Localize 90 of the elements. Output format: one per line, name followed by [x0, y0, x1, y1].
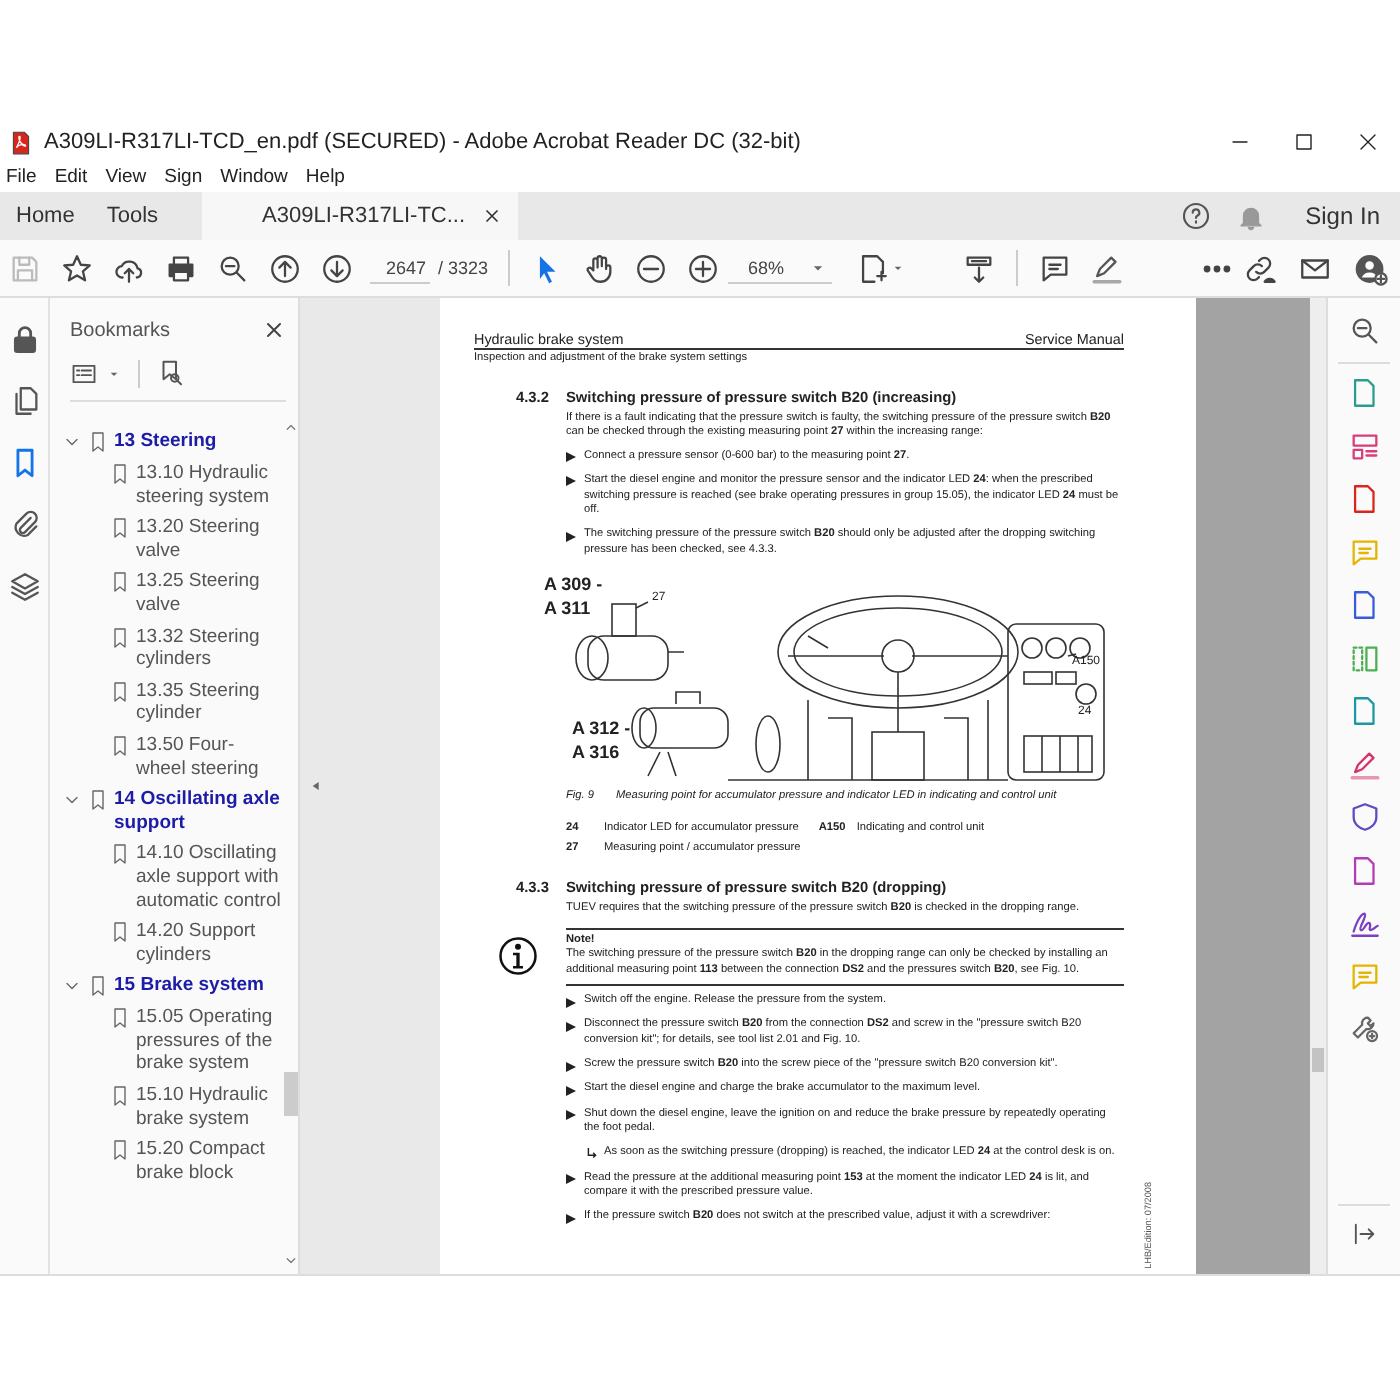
layers-icon[interactable] [7, 570, 41, 604]
menu-item[interactable]: Edit [54, 166, 88, 188]
sign-in-link[interactable]: Sign In [1305, 202, 1380, 230]
bullet-triangle-icon [566, 997, 576, 1008]
zoom-field[interactable]: 68% [728, 253, 833, 283]
bullet-triangle-icon [566, 1213, 576, 1224]
bookmark-item[interactable]: 13.20 Steering valve [136, 516, 282, 563]
highlight-pen-icon[interactable] [1090, 251, 1125, 285]
scrollbar-thumb[interactable] [1312, 1048, 1324, 1072]
bullet-triangle-icon [566, 1021, 576, 1032]
bullet-triangle-icon [566, 1110, 576, 1121]
close-panel-icon[interactable] [262, 318, 286, 342]
page-total: / 3323 [438, 258, 489, 278]
pen-icon[interactable] [1347, 747, 1381, 781]
bookmark-item[interactable]: 15.20 Compact brake block [136, 1138, 282, 1185]
info-icon [498, 935, 538, 975]
print-icon[interactable] [164, 251, 198, 285]
star-icon[interactable] [60, 251, 94, 285]
bookmark-icon[interactable] [86, 974, 110, 999]
scroll-mode-icon[interactable] [962, 251, 997, 285]
bookmark-icon[interactable] [108, 1084, 132, 1109]
bookmark-item[interactable]: 14 Oscillating axle support [114, 788, 282, 835]
columns-icon[interactable] [1347, 641, 1381, 675]
bookmark-icon[interactable] [108, 516, 132, 541]
zoom-out-icon[interactable] [634, 251, 669, 285]
panel-title: Bookmarks [70, 319, 171, 341]
bookmark-icon[interactable] [108, 842, 132, 867]
figure-label: A 316 [572, 742, 620, 763]
hand-icon[interactable] [582, 251, 617, 285]
menu-item[interactable]: View [105, 166, 147, 188]
next-page-icon[interactable] [320, 251, 354, 285]
bookmark-icon[interactable] [108, 733, 132, 758]
window-title: A309LI-R317LI-TCD_en.pdf (SECURED) - Adobe Acrobat Reader DC (32-bit) [44, 130, 803, 154]
maximize-button[interactable] [1290, 128, 1318, 156]
account-icon[interactable] [1354, 251, 1388, 285]
previous-page-icon[interactable] [268, 251, 302, 285]
menu-item[interactable]: Sign [164, 166, 203, 188]
tab[interactable]: Tools [90, 192, 175, 240]
share-link-icon[interactable] [1242, 251, 1276, 285]
scrollbar-thumb[interactable] [283, 1072, 297, 1116]
help-icon[interactable] [1179, 200, 1212, 232]
bullet-triangle-icon [566, 452, 576, 463]
bookmark-item[interactable]: 13 Steering [114, 430, 217, 454]
bookmark-icon[interactable] [108, 679, 132, 704]
bookmark-item[interactable]: 13.50 Four-wheel steering [136, 733, 282, 781]
figure-label: A 309 - [544, 574, 603, 595]
bookmark-icon[interactable] [108, 462, 132, 486]
menu-item[interactable]: Window [220, 166, 288, 188]
bullet-triangle-icon [566, 531, 576, 542]
bookmark-item[interactable]: 14.20 Support cylinders [136, 920, 282, 967]
bullet-triangle-icon [566, 1085, 576, 1096]
menu-item[interactable]: File [6, 166, 37, 188]
bookmark-icon[interactable] [108, 1138, 132, 1163]
layout-icon[interactable] [1347, 429, 1381, 463]
figure-label: A 312 - [572, 718, 631, 739]
expand-panel-icon[interactable] [1350, 1219, 1378, 1247]
figure-label: A 311 [544, 598, 591, 619]
tab-close-icon[interactable] [481, 206, 502, 226]
bookmark-item[interactable]: 13.25 Steering valve [136, 570, 282, 618]
bookmark-item[interactable]: 13.32 Steering cylinders [136, 625, 282, 672]
wrench-icon[interactable] [1347, 1012, 1381, 1046]
bookmark-item[interactable]: 13.35 Steering cylinder [136, 679, 282, 726]
bookmark-icon[interactable] [86, 430, 110, 454]
bookmark-icon[interactable] [108, 570, 132, 595]
bookmark-icon[interactable] [108, 625, 132, 650]
bullet-triangle-icon [566, 1061, 576, 1072]
bookmark-icon[interactable] [108, 1006, 132, 1031]
bookmark-item[interactable]: 14.10 Oscillating axle support with automatic control [136, 842, 282, 913]
result-arrow-icon [586, 1148, 598, 1161]
bookmark-item[interactable]: 15.05 Operating pressures of the brake system [136, 1006, 282, 1077]
fit-page-icon[interactable] [856, 251, 891, 285]
comment-icon[interactable] [1038, 251, 1073, 285]
shield-icon[interactable] [1347, 800, 1381, 834]
bookmark-item[interactable]: 13.10 Hydraulic steering system [136, 462, 282, 509]
zoom-out-icon[interactable] [216, 251, 250, 285]
options-icon[interactable] [70, 359, 98, 387]
page-number-field[interactable]: 2647 [370, 253, 430, 283]
bullet-triangle-icon [566, 476, 576, 487]
bullet-triangle-icon [566, 1174, 576, 1185]
bookmark-item[interactable]: 15 Brake system [114, 974, 264, 998]
tab[interactable]: A309LI-R317LI-TC... [202, 192, 518, 240]
bookmark-icon[interactable] [108, 920, 132, 945]
bookmark-item[interactable]: 15.10 Hydraulic brake system [136, 1084, 282, 1131]
collapse-arrow-icon[interactable] [308, 778, 324, 794]
bookmark-icon[interactable] [86, 788, 110, 813]
menu-item[interactable]: Help [305, 166, 345, 188]
tab[interactable]: Home [0, 192, 91, 240]
zoom-in-icon[interactable] [686, 251, 721, 285]
zoom-icon[interactable] [1347, 314, 1381, 348]
pdf-file-icon [8, 129, 34, 155]
